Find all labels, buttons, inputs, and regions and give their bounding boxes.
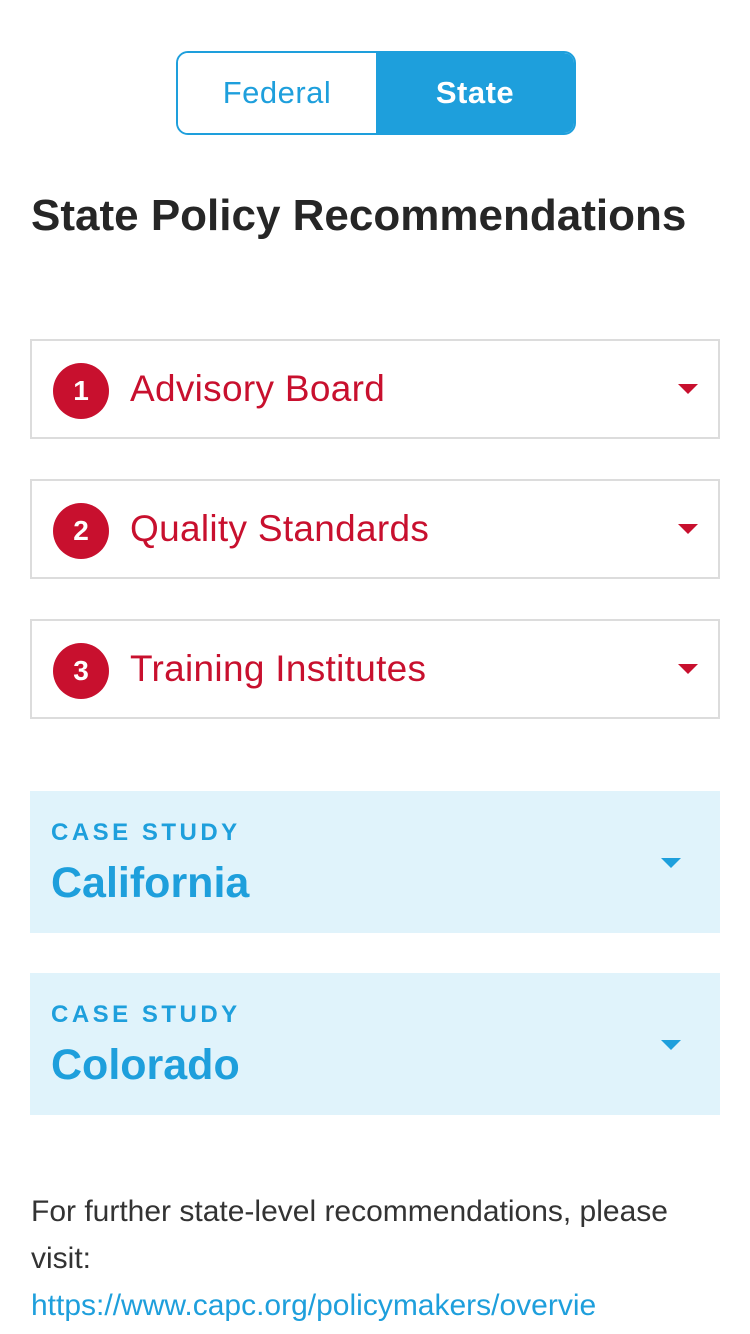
accordion-training-institutes[interactable]: 3 Training Institutes	[30, 619, 720, 719]
page-title: State Policy Recommendations	[31, 191, 687, 240]
federal-state-toggle: Federal State	[176, 51, 576, 135]
accordion-label: Advisory Board	[130, 368, 386, 409]
number-badge: 2	[53, 503, 109, 559]
caret-down-icon	[678, 384, 698, 394]
caret-down-icon	[678, 664, 698, 674]
case-study-eyebrow: CASE STUDY	[51, 819, 241, 846]
number-badge: 1	[53, 363, 109, 419]
caret-down-icon	[661, 858, 681, 868]
accordion-quality-standards[interactable]: 2 Quality Standards	[30, 479, 720, 579]
state-tab[interactable]: State	[376, 53, 574, 133]
policymakers-link[interactable]: https://www.capc.org/policymakers/overvi…	[31, 1284, 750, 1328]
case-study-eyebrow: CASE STUDY	[51, 1001, 241, 1028]
accordion-advisory-board[interactable]: 1 Advisory Board	[30, 339, 720, 439]
federal-tab[interactable]: Federal	[178, 53, 376, 133]
case-study-colorado[interactable]: CASE STUDY Colorado	[30, 973, 720, 1115]
case-study-title: Colorado	[51, 1041, 240, 1089]
caret-down-icon	[661, 1040, 681, 1050]
footer-text: For further state-level recommendations,…	[31, 1195, 668, 1275]
accordion-label: Quality Standards	[130, 508, 430, 549]
case-study-california[interactable]: CASE STUDY California	[30, 791, 720, 933]
number-badge: 3	[53, 643, 109, 699]
case-study-title: California	[51, 859, 250, 907]
accordion-label: Training Institutes	[130, 648, 427, 689]
caret-down-icon	[678, 524, 698, 534]
